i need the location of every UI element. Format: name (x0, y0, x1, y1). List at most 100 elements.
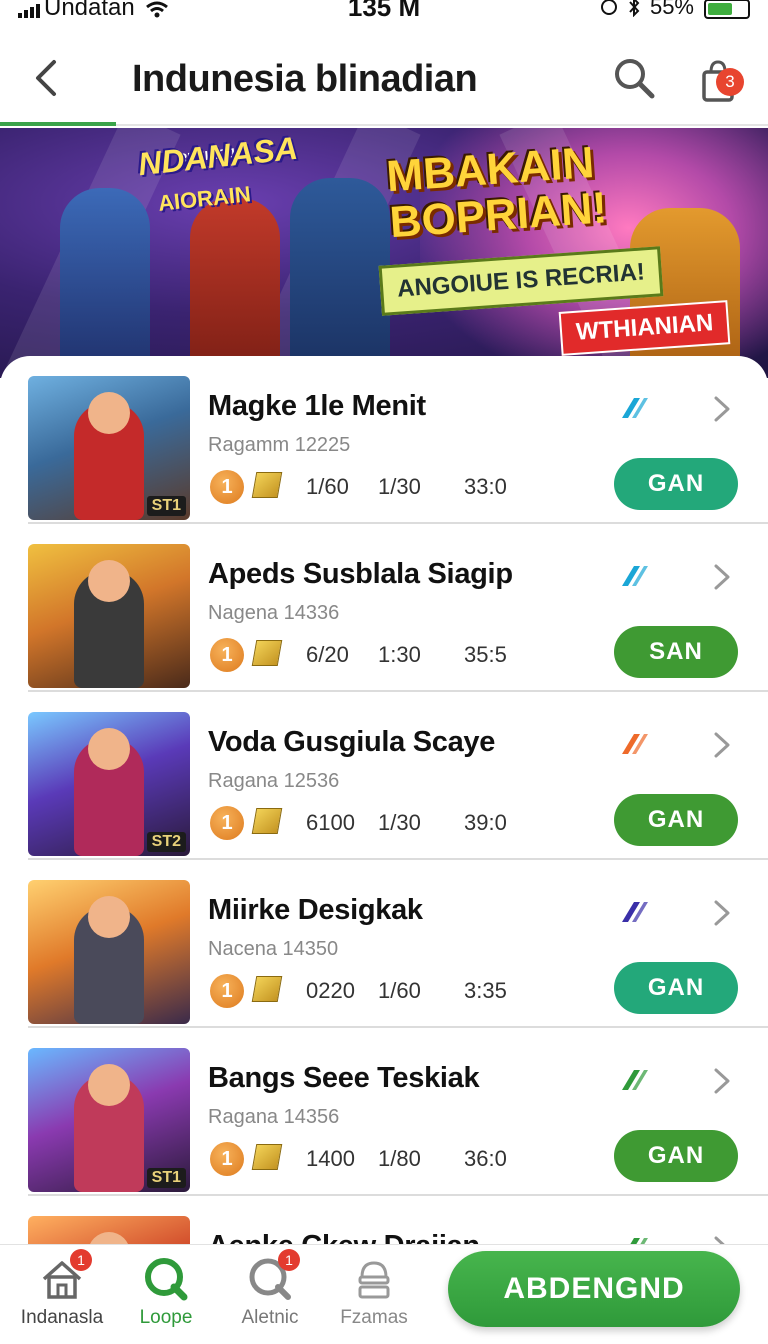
item-subtitle: Nacena 14350 (208, 938, 339, 960)
nav-item-aletnic[interactable]: 1 Aletnic (222, 1249, 318, 1329)
coin-icon: 1 (210, 974, 244, 1008)
flag-icon (622, 902, 648, 922)
item-title: Magke 1le Menit (208, 390, 426, 422)
chevron-right-icon[interactable] (710, 898, 734, 928)
flag-icon (622, 1070, 648, 1090)
list-item[interactable]: Apeds Susblala Siagip Nagena 14336 1 6/20 1:… (0, 524, 768, 692)
stat-value: 36:0 (464, 1146, 507, 1171)
item-title: Aenke Ckew Draiian (208, 1230, 480, 1244)
item-title: Voda Gusgiula Scaye (208, 726, 496, 758)
list-item[interactable]: Miirke Desigkak Nacena 14350 1 0220 1/60 3:35… (0, 860, 768, 1028)
game-thumbnail (28, 880, 190, 1024)
game-thumbnail: ST2 (28, 712, 190, 856)
nav-label: Loope (139, 1307, 193, 1328)
nav-label: Indanasla (20, 1307, 104, 1328)
status-right: 55% (600, 0, 750, 20)
active-tab-indicator (0, 122, 116, 126)
list-item[interactable]: Aenke Ckew Draiian (0, 1196, 768, 1244)
item-title: Miirke Desigkak (208, 894, 423, 926)
get-button[interactable]: GAN (614, 962, 738, 1014)
search-loop-icon (145, 1258, 188, 1301)
stat-value: 1400 (306, 1146, 355, 1171)
stat-value: 1/60 (306, 474, 349, 499)
primary-cta-button[interactable]: ABDENGND (448, 1251, 740, 1327)
ticket-icon (251, 976, 283, 1002)
thumbnail-tag: ST1 (146, 496, 186, 516)
page-title: Indunesia blinadian (132, 58, 478, 100)
app-header: Indunesia blinadian 3 (0, 22, 768, 128)
get-button[interactable]: SAN (614, 626, 738, 678)
stat-value: 0220 (306, 978, 355, 1003)
stat-value: 1/30 (378, 474, 421, 499)
bluetooth-icon (629, 0, 640, 17)
ticket-icon (251, 640, 283, 666)
get-button[interactable]: GAN (614, 794, 738, 846)
hero-figure-1 (60, 188, 150, 378)
stat-value: 6100 (306, 810, 355, 835)
ticket-icon (251, 1144, 283, 1170)
status-bar: Undatan 135 M 55% (0, 0, 768, 22)
stat-value: 1/60 (378, 978, 421, 1003)
game-thumbnail (28, 544, 190, 688)
banner-headline: MBAKAIN BOPRIAN! (384, 137, 609, 248)
ticket-icon (251, 472, 283, 498)
flag-icon (622, 566, 648, 586)
cart-count-badge: 3 (716, 68, 744, 96)
nav-item-home[interactable]: 1 Indanasla (14, 1249, 110, 1329)
stat-value: 6/20 (306, 642, 349, 667)
item-title: Apeds Susblala Siagip (208, 558, 513, 590)
flag-icon (630, 1238, 648, 1244)
event-list: ST1 Magke 1le Menit Ragamm 12225 1 1/60 1/30 3… (0, 356, 768, 1244)
stack-icon (358, 1261, 390, 1299)
item-title: Bangs Seee Teskiak (208, 1062, 480, 1094)
stat-value: 3:35 (464, 978, 507, 1003)
promo-banner[interactable]: REEIKOJ NDANASA AIORAIN MBAKAIN BOPRIAN!… (0, 128, 768, 378)
coin-icon: 1 (210, 1142, 244, 1176)
chevron-right-icon[interactable] (710, 1066, 734, 1096)
stat-value: 39:0 (464, 810, 507, 835)
chevron-right-icon[interactable] (710, 394, 734, 424)
coin-icon: 1 (210, 638, 244, 672)
item-subtitle: Ragamm 12225 (208, 434, 351, 456)
flag-icon (622, 398, 648, 418)
nav-item-loope[interactable]: Loope (118, 1255, 214, 1329)
hero-figure-2 (190, 198, 280, 378)
get-button[interactable]: GAN (614, 1130, 738, 1182)
item-subtitle: Nagena 14336 (208, 602, 340, 624)
nav-item-fzamas[interactable]: Fzamas (326, 1255, 422, 1329)
alarm-icon (600, 0, 617, 15)
search-icon[interactable] (612, 56, 656, 100)
chevron-right-icon[interactable] (710, 562, 734, 592)
stat-value: 33:0 (464, 474, 507, 499)
game-thumbnail: ST1 (28, 376, 190, 520)
coin-icon: 1 (210, 470, 244, 504)
get-button[interactable]: GAN (614, 458, 738, 510)
thumbnail-tag: ST1 (146, 1168, 186, 1188)
thumbnail-tag: ST2 (146, 832, 186, 852)
stat-value: 35:5 (464, 642, 507, 667)
stat-value: 1/80 (378, 1146, 421, 1171)
list-item[interactable]: ST1 Magke 1le Menit Ragamm 12225 1 1/60 1/30 3… (0, 356, 768, 524)
item-subtitle: Ragana 14356 (208, 1106, 340, 1128)
nav-label: Fzamas (340, 1307, 408, 1328)
coin-icon: 1 (210, 806, 244, 840)
game-thumbnail: ST1 (28, 1048, 190, 1192)
list-item[interactable]: ST2 Voda Gusgiula Scaye Ragana 12536 1 6100 1… (0, 692, 768, 860)
stat-value: 1:30 (378, 642, 421, 667)
nav-badge: 1 (278, 1249, 300, 1271)
game-thumbnail (28, 1216, 190, 1244)
nav-badge: 1 (70, 1249, 92, 1271)
nav-label: Aletnic (241, 1307, 299, 1328)
list-item[interactable]: ST1 Bangs Seee Teskiak Ragana 14356 1 1400 1/… (0, 1028, 768, 1196)
back-arrow-icon[interactable] (30, 58, 64, 98)
chevron-right-icon[interactable] (710, 1234, 734, 1244)
chevron-right-icon[interactable] (710, 730, 734, 760)
bottom-nav: 1 Indanasla Loope 1 Aletnic Fzamas ABDEN… (0, 1244, 768, 1344)
header-divider (116, 124, 768, 126)
hero-figure-3 (290, 178, 390, 378)
battery-icon (704, 0, 750, 19)
stat-value: 1/30 (378, 810, 421, 835)
flag-icon (622, 734, 648, 754)
ticket-icon (251, 808, 283, 834)
battery-percent: 55% (649, 0, 694, 19)
